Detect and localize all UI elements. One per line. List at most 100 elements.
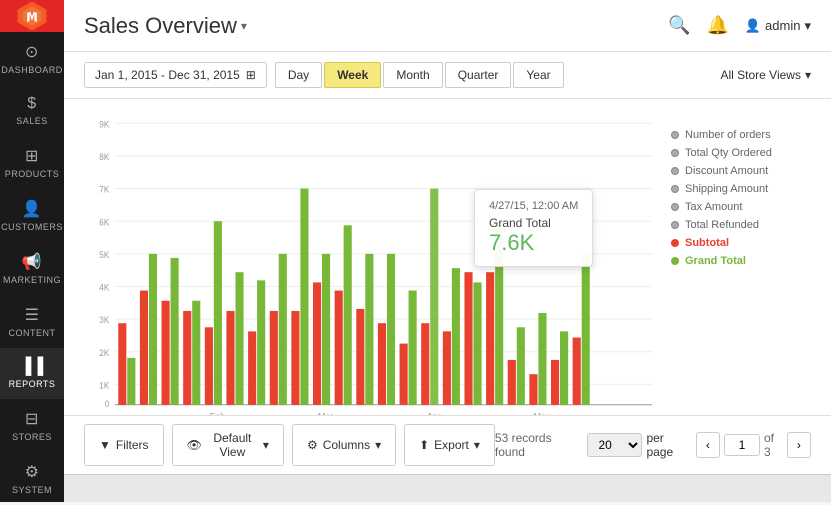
svg-text:Mar: Mar — [318, 412, 334, 415]
legend-item-grandtotal: Grand Total — [671, 255, 801, 267]
svg-text:6K: 6K — [99, 217, 109, 228]
system-icon: ⚙ — [25, 462, 40, 482]
page-header: Sales Overview ▾ 🔍 🔔 👤 admin ▾ — [64, 0, 831, 52]
export-button[interactable]: ⬆ Export ▾ — [404, 424, 495, 466]
sidebar-item-stores[interactable]: ⊟ STORES — [0, 399, 64, 452]
svg-text:2K: 2K — [99, 347, 109, 358]
sidebar-item-sales[interactable]: $ SALES — [0, 85, 64, 136]
sidebar-item-system[interactable]: ⚙ SYSTEM — [0, 452, 64, 505]
products-icon: ⊞ — [25, 146, 39, 166]
period-year-button[interactable]: Year — [513, 62, 563, 88]
view-dropdown-icon: ▾ — [263, 438, 269, 452]
period-week-button[interactable]: Week — [324, 62, 381, 88]
legend-dot-shipping — [671, 185, 679, 193]
svg-text:1K: 1K — [99, 380, 109, 391]
legend-item-refunded: Total Refunded — [671, 219, 801, 231]
chart-container: 9K 8K 7K 6K 5K 4K 3K 2K 1K 0 — [64, 99, 831, 415]
customers-icon: 👤 — [22, 199, 42, 219]
svg-text:Apr: Apr — [427, 412, 442, 415]
legend-dot-qty — [671, 149, 679, 157]
marketing-icon: 📢 — [22, 252, 42, 272]
legend-dot-subtotal — [671, 239, 679, 247]
period-selector: Day Week Month Quarter Year — [275, 62, 564, 88]
svg-text:May: May — [533, 412, 550, 415]
notification-icon[interactable]: 🔔 — [706, 15, 728, 36]
legend-item-shipping: Shipping Amount — [671, 183, 801, 195]
legend-dot-orders — [671, 131, 679, 139]
next-page-button[interactable]: › — [787, 432, 811, 458]
columns-button[interactable]: ⚙ Columns ▾ — [292, 424, 396, 466]
legend-dot-refunded — [671, 221, 679, 229]
store-dropdown-icon: ▾ — [805, 68, 811, 82]
title-dropdown-icon[interactable]: ▾ — [241, 19, 247, 33]
chart-area: 9K 8K 7K 6K 5K 4K 3K 2K 1K 0 — [84, 109, 661, 415]
chart-inner: 9K 8K 7K 6K 5K 4K 3K 2K 1K 0 — [84, 109, 811, 415]
svg-text:7K: 7K — [99, 184, 109, 195]
toolbar-left: Jan 1, 2015 - Dec 31, 2015 ⊞ Day Week Mo… — [84, 62, 564, 88]
calendar-icon: ⊞ — [246, 68, 256, 82]
period-quarter-button[interactable]: Quarter — [445, 62, 512, 88]
svg-text:4K: 4K — [99, 282, 109, 293]
magento-logo-icon — [16, 0, 48, 32]
bottom-toolbar: ▼ Filters 👁 Default View ▾ ⚙ Columns ▾ ⬆… — [64, 415, 831, 474]
search-icon[interactable]: 🔍 — [668, 15, 690, 36]
header-actions: 🔍 🔔 👤 admin ▾ — [668, 15, 811, 36]
page-navigation: ‹ of 3 › — [696, 431, 811, 459]
sidebar: ⊙ DASHBOARD $ SALES ⊞ PRODUCTS 👤 CUSTOME… — [0, 0, 64, 502]
stores-icon: ⊟ — [25, 409, 39, 429]
page-title: Sales Overview ▾ — [84, 13, 247, 39]
pagination: 53 records found 20 50 100 per page ‹ of… — [495, 431, 811, 459]
sales-chart: 9K 8K 7K 6K 5K 4K 3K 2K 1K 0 — [84, 109, 661, 415]
per-page-input[interactable]: 20 50 100 — [587, 433, 642, 457]
period-month-button[interactable]: Month — [383, 62, 442, 88]
columns-icon: ⚙ — [307, 438, 318, 452]
sidebar-logo — [0, 0, 64, 32]
user-icon: 👤 — [745, 18, 761, 34]
svg-text:5K: 5K — [99, 249, 109, 260]
sidebar-item-products[interactable]: ⊞ PRODUCTS — [0, 136, 64, 189]
sidebar-item-marketing[interactable]: 📢 MARKETING — [0, 242, 64, 295]
legend-item-qty: Total Qty Ordered — [671, 147, 801, 159]
main-content: Sales Overview ▾ 🔍 🔔 👤 admin ▾ Jan 1, 20… — [64, 0, 831, 502]
filters-button[interactable]: ▼ Filters — [84, 424, 164, 466]
legend-item-orders: Number of orders — [671, 129, 801, 141]
export-icon: ⬆ — [419, 438, 429, 452]
sales-icon: $ — [27, 95, 36, 113]
date-range-picker[interactable]: Jan 1, 2015 - Dec 31, 2015 ⊞ — [84, 62, 267, 88]
page-number-input[interactable] — [724, 434, 760, 456]
legend-item-subtotal: Subtotal — [671, 237, 801, 249]
admin-user[interactable]: 👤 admin ▾ — [745, 18, 811, 34]
reports-icon: ▐▐ — [20, 358, 44, 376]
eye-icon: 👁 — [187, 438, 202, 452]
prev-page-button[interactable]: ‹ — [696, 432, 720, 458]
table-header — [64, 474, 831, 502]
sidebar-item-customers[interactable]: 👤 CUSTOMERS — [0, 189, 64, 242]
store-view-selector[interactable]: All Store Views ▾ — [720, 68, 811, 82]
period-day-button[interactable]: Day — [275, 62, 322, 88]
svg-text:Feb: Feb — [210, 412, 226, 415]
toolbar-actions: ▼ Filters 👁 Default View ▾ ⚙ Columns ▾ ⬆… — [84, 424, 495, 466]
per-page-selector: 20 50 100 per page — [587, 431, 689, 459]
content-icon: ☰ — [25, 305, 40, 325]
dashboard-icon: ⊙ — [25, 42, 39, 62]
sidebar-item-content[interactable]: ☰ CONTENT — [0, 295, 64, 348]
svg-text:9K: 9K — [99, 119, 109, 130]
legend-item-discount: Discount Amount — [671, 165, 801, 177]
svg-text:8K: 8K — [99, 152, 109, 163]
svg-text:3K: 3K — [99, 315, 109, 326]
report-toolbar: Jan 1, 2015 - Dec 31, 2015 ⊞ Day Week Mo… — [64, 52, 831, 99]
sidebar-item-dashboard[interactable]: ⊙ DASHBOARD — [0, 32, 64, 85]
default-view-button[interactable]: 👁 Default View ▾ — [172, 424, 284, 466]
action-buttons: ▼ Filters 👁 Default View ▾ ⚙ Columns ▾ ⬆… — [84, 424, 495, 466]
sidebar-item-reports[interactable]: ▐▐ REPORTS — [0, 348, 64, 399]
export-dropdown-icon: ▾ — [474, 438, 480, 452]
admin-dropdown-icon: ▾ — [804, 18, 811, 34]
columns-dropdown-icon: ▾ — [375, 438, 381, 452]
total-pages: of 3 — [764, 431, 783, 459]
filter-icon: ▼ — [99, 438, 111, 452]
legend-item-tax: Tax Amount — [671, 201, 801, 213]
legend-dot-discount — [671, 167, 679, 175]
chart-legend: Number of orders Total Qty Ordered Disco… — [661, 109, 811, 415]
legend-dot-tax — [671, 203, 679, 211]
svg-text:0: 0 — [105, 398, 110, 409]
